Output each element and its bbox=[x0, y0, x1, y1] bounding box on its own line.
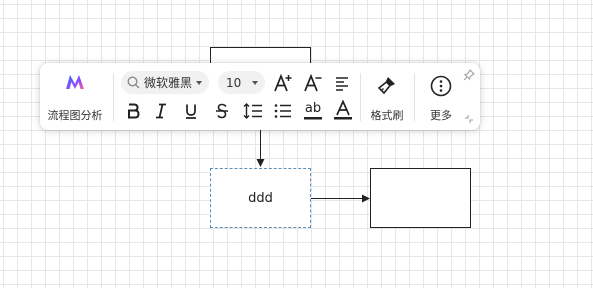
line-spacing-icon bbox=[243, 103, 262, 119]
italic-button[interactable] bbox=[152, 101, 170, 121]
bold-button[interactable] bbox=[124, 101, 142, 121]
font-family-select[interactable]: 微软雅黑 bbox=[121, 71, 209, 94]
underline-button[interactable] bbox=[182, 101, 200, 121]
bullet-list-icon bbox=[274, 104, 291, 118]
increase-font-icon bbox=[274, 73, 292, 92]
decrease-font-button[interactable] bbox=[302, 71, 324, 95]
flow-node-selected[interactable]: ddd bbox=[210, 168, 311, 228]
text-background-button[interactable]: ab bbox=[302, 99, 324, 123]
format-painter-button[interactable]: 格式刷 bbox=[366, 75, 408, 123]
increase-font-button[interactable] bbox=[272, 71, 294, 95]
bold-icon bbox=[128, 103, 140, 119]
svg-text:ab: ab bbox=[305, 101, 321, 116]
text-background-icon: ab bbox=[304, 101, 322, 120]
more-button[interactable]: 更多 bbox=[420, 75, 462, 123]
strikethrough-icon bbox=[216, 103, 228, 119]
pin-icon bbox=[463, 69, 475, 81]
italic-icon bbox=[156, 103, 166, 119]
flow-analysis-button[interactable]: 流程图分析 bbox=[44, 73, 106, 123]
flow-node-right[interactable] bbox=[370, 168, 471, 228]
search-icon bbox=[127, 76, 140, 89]
divider bbox=[414, 73, 415, 121]
font-size-value: 10 bbox=[226, 75, 242, 90]
flow-analysis-label: 流程图分析 bbox=[47, 109, 103, 122]
collapse-button[interactable] bbox=[463, 113, 475, 125]
connector-layer bbox=[256, 128, 370, 203]
font-size-select[interactable]: 10 bbox=[218, 71, 265, 94]
font-family-value: 微软雅黑 bbox=[144, 76, 193, 90]
more-label: 更多 bbox=[430, 109, 452, 122]
bullet-list-button[interactable] bbox=[273, 101, 293, 121]
font-color-icon bbox=[334, 100, 352, 120]
chevron-down-icon bbox=[252, 80, 258, 85]
format-painter-label: 格式刷 bbox=[370, 109, 404, 122]
collapse-icon bbox=[465, 115, 473, 123]
pin-button[interactable] bbox=[462, 68, 476, 82]
brush-icon bbox=[377, 77, 395, 95]
chevron-down-icon bbox=[196, 80, 202, 85]
divider bbox=[360, 73, 361, 121]
font-color-button[interactable] bbox=[332, 99, 354, 123]
decrease-font-icon bbox=[304, 73, 322, 92]
line-spacing-button[interactable] bbox=[242, 101, 264, 121]
align-left-icon bbox=[336, 77, 348, 91]
node-text[interactable]: ddd bbox=[248, 191, 273, 206]
align-button[interactable] bbox=[332, 73, 352, 93]
divider bbox=[113, 73, 114, 121]
more-icon bbox=[430, 75, 452, 97]
strikethrough-button[interactable] bbox=[213, 101, 231, 121]
underline-icon bbox=[186, 104, 196, 119]
floating-format-toolbar: 流程图分析 微软雅黑 10 格式刷 更多 ab bbox=[40, 63, 480, 130]
flow-analysis-logo-icon bbox=[66, 75, 84, 89]
